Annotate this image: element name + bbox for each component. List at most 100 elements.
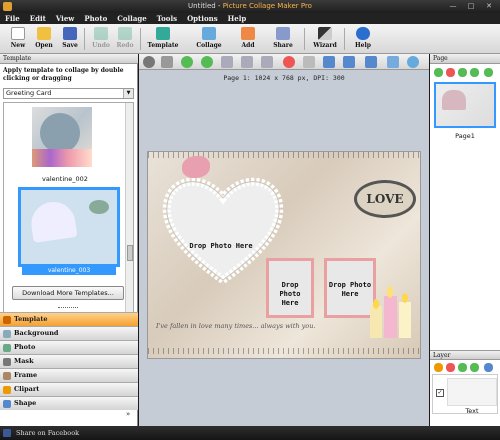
bring-forward-icon[interactable]: [181, 56, 193, 68]
save-button[interactable]: Save: [55, 26, 85, 53]
layer-up-icon[interactable]: [458, 363, 467, 372]
zoom-icon[interactable]: [407, 56, 419, 68]
bird-ornament: [182, 156, 210, 178]
share-facebook-link[interactable]: Share on Facebook: [16, 429, 79, 437]
maximize-button[interactable]: □: [462, 1, 480, 11]
category-photo[interactable]: Photo: [0, 340, 138, 354]
chevron-down-icon[interactable]: ▼: [123, 89, 133, 98]
redo-button[interactable]: Redo: [110, 26, 140, 53]
duplicate-icon[interactable]: [261, 56, 273, 68]
move-down-icon[interactable]: [470, 68, 479, 77]
crop-icon[interactable]: [161, 56, 173, 68]
panel-splitter[interactable]: [58, 307, 78, 310]
delete-icon[interactable]: [283, 56, 295, 68]
template-thumb-valentine-003[interactable]: [18, 187, 120, 267]
zoom-fit-icon[interactable]: [387, 56, 399, 68]
wand-icon: [318, 27, 332, 40]
app-icon[interactable]: [3, 2, 12, 11]
layer-visibility-checkbox[interactable]: ✓: [436, 389, 444, 397]
menu-help[interactable]: Help: [223, 13, 252, 24]
panel-hint: Apply template to collage by double clic…: [3, 67, 124, 82]
scrollbar-thumb[interactable]: [127, 245, 133, 261]
collage-button[interactable]: Collage: [192, 26, 226, 53]
template-label: valentine_002: [42, 175, 88, 183]
copy-icon[interactable]: [221, 56, 233, 68]
page-thumbnail[interactable]: [434, 82, 496, 128]
template-category-select[interactable]: Greeting Card ▼: [3, 88, 134, 99]
page-info: Page 1: 1024 x 768 px, DPI: 300: [223, 74, 345, 82]
workspace: Page 1: 1024 x 768 px, DPI: 300 Drop Pho…: [139, 54, 429, 426]
refresh-icon[interactable]: [484, 68, 493, 77]
size-icon[interactable]: [365, 56, 377, 68]
distribute-icon[interactable]: [343, 56, 355, 68]
wizard-button[interactable]: Wizard: [310, 26, 340, 53]
add-button[interactable]: Add: [233, 26, 263, 53]
category-clipart[interactable]: Clipart: [0, 382, 138, 396]
mask-icon: [3, 358, 11, 366]
facebook-icon[interactable]: [3, 429, 11, 437]
menu-collage[interactable]: Collage: [112, 13, 151, 24]
menu-tools[interactable]: Tools: [152, 13, 182, 24]
layer-down-icon[interactable]: [470, 363, 479, 372]
menu-file[interactable]: File: [0, 13, 25, 24]
clipart-icon: [3, 386, 11, 394]
delete-page-icon[interactable]: [446, 68, 455, 77]
person-icon[interactable]: [143, 56, 155, 68]
layer-item[interactable]: ✓ Text: [432, 374, 498, 415]
layer-lock-icon[interactable]: [434, 363, 443, 372]
panel-title: Template: [0, 54, 138, 64]
photo-icon: [3, 344, 11, 352]
template-button[interactable]: Template: [146, 26, 180, 53]
menu-options[interactable]: Options: [182, 13, 223, 24]
collage-caption[interactable]: I've fallen in love many times... always…: [156, 322, 356, 330]
template-label-selected: valentine_003: [22, 267, 116, 275]
category-template[interactable]: Template: [0, 312, 138, 326]
download-templates-button[interactable]: Download More Templates...: [12, 286, 124, 300]
background-icon: [3, 330, 11, 338]
help-button[interactable]: Help: [348, 26, 378, 53]
move-up-icon[interactable]: [458, 68, 467, 77]
drop-photo-heart: Drop Photo Here: [189, 242, 253, 250]
new-file-icon: [11, 27, 25, 40]
send-backward-icon[interactable]: [201, 56, 213, 68]
love-plaque[interactable]: LOVE: [354, 180, 416, 218]
shape-icon: [3, 400, 11, 408]
frame-icon: [3, 372, 11, 380]
menu-edit[interactable]: Edit: [25, 13, 51, 24]
right-panel: Page Page1 Layer ✓ Text: [430, 54, 500, 426]
more-categories-button[interactable]: »: [126, 410, 130, 418]
add-page-icon[interactable]: [434, 68, 443, 77]
paste-icon[interactable]: [241, 56, 253, 68]
category-background[interactable]: Background: [0, 326, 138, 340]
category-mask[interactable]: Mask: [0, 354, 138, 368]
layer-visible-icon[interactable]: [484, 363, 493, 372]
template-thumb-valentine-002[interactable]: [32, 107, 92, 167]
category-shape[interactable]: Shape: [0, 396, 138, 410]
template-panel: Template Apply template to collage by do…: [0, 54, 138, 426]
template-icon: [156, 27, 170, 40]
canvas-toolbar: [139, 54, 429, 70]
collage-icon: [202, 27, 216, 40]
main-toolbar: New Open Save Undo Redo Template Collage…: [0, 24, 500, 54]
share-button[interactable]: Share: [268, 26, 298, 53]
floppy-icon: [63, 27, 77, 40]
status-bar: Share on Facebook: [0, 426, 500, 440]
properties-icon[interactable]: [303, 56, 315, 68]
layer-label: Text: [465, 407, 479, 415]
lace-border-bottom: [148, 348, 420, 354]
close-button[interactable]: ✕: [480, 1, 498, 11]
align-icon[interactable]: [323, 56, 335, 68]
template-scrollbar[interactable]: [125, 103, 133, 329]
category-frame[interactable]: Frame: [0, 368, 138, 382]
menu-view[interactable]: View: [51, 13, 79, 24]
layer-thumbnail: [447, 378, 497, 406]
toolbar-separator: [84, 28, 85, 50]
candles-clipart[interactable]: [368, 282, 418, 340]
window-title-brand: Picture Collage Maker Pro: [222, 2, 312, 10]
photo-slot-2[interactable]: Drop Photo Here: [266, 258, 314, 318]
collage-canvas[interactable]: Drop Photo Here LOVE Drop Photo Here Dro…: [147, 151, 421, 359]
delete-layer-icon[interactable]: [446, 363, 455, 372]
page-panel-title: Page: [430, 54, 500, 64]
menu-photo[interactable]: Photo: [79, 13, 112, 24]
minimize-button[interactable]: —: [444, 1, 462, 11]
